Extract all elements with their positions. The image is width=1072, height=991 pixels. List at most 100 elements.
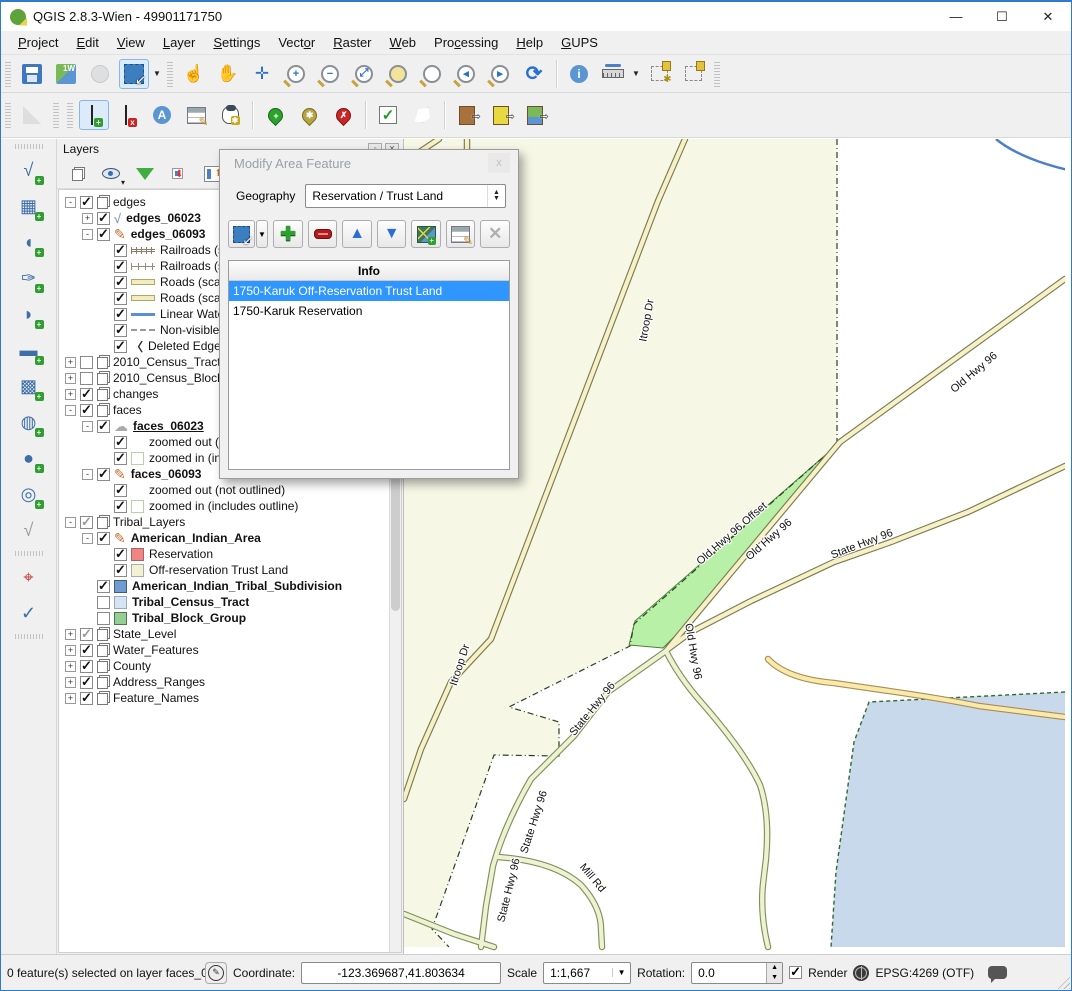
paste-feature-icon[interactable] [678,59,708,89]
measure-icon[interactable] [598,59,628,89]
layer-tree-item[interactable]: -Tribal_Layers [59,514,389,530]
tree-expander-icon[interactable]: + [65,661,76,672]
layer-tree-item[interactable]: zoomed out (not outlined) [59,482,389,498]
star-point-icon[interactable]: ✱ [294,100,324,130]
layer-visibility-checkbox[interactable] [114,484,127,497]
layer-visibility-checkbox[interactable] [97,212,110,225]
identify-features-icon[interactable]: i [564,59,594,89]
layer-visibility-checkbox[interactable] [97,532,110,545]
add-line-icon[interactable]: + [79,100,109,130]
crs-globe-icon[interactable] [853,965,869,981]
layer-visibility-checkbox[interactable] [114,324,127,337]
geography-spinner-icon[interactable]: ▲▼ [487,185,505,207]
snapping-options-icon[interactable]: ⌖ [14,562,44,592]
layer-visibility-checkbox[interactable] [80,404,93,417]
rotation-spinner[interactable]: 0.0 ▲▼ [691,962,783,984]
close-button[interactable]: ✕ [1025,2,1071,31]
layer-visibility-checkbox[interactable] [97,228,110,241]
zoom-out-icon[interactable]: − [315,59,345,89]
geography-combo[interactable]: Reservation / Trust Land ▲▼ [305,184,506,208]
menu-project[interactable]: Project [9,32,67,53]
validate-edits-icon[interactable]: ✓ [373,100,403,130]
menu-raster[interactable]: Raster [324,32,380,53]
export-door-yellow-icon[interactable] [486,100,516,130]
layer-tree-item[interactable]: Off-reservation Trust Land [59,562,389,578]
pan-to-selection-icon[interactable]: ✛ [247,59,277,89]
tree-expander-icon[interactable]: + [65,389,76,400]
delete-feature-button[interactable] [308,220,338,248]
zoom-in-icon[interactable]: + [281,59,311,89]
tree-expander-icon[interactable]: + [65,645,76,656]
layer-tree-item[interactable]: Tribal_Census_Tract [59,594,389,610]
layer-visibility-checkbox[interactable] [114,500,127,513]
menu-web[interactable]: Web [381,32,426,53]
add-db2-layer-icon[interactable]: ▩+ [14,371,44,401]
layer-visibility-checkbox[interactable] [114,244,127,257]
tree-expander-icon[interactable]: + [82,213,93,224]
add-wms-layer-icon[interactable]: ◍+ [14,407,44,437]
toolbar-grip[interactable] [53,102,59,128]
layer-visibility-checkbox[interactable] [80,660,93,673]
layer-visibility-checkbox[interactable] [80,628,93,641]
open-attributes-button[interactable] [446,220,476,248]
export-door-brown-icon[interactable] [452,100,482,130]
add-wfs-layer-icon[interactable]: ◎+ [14,479,44,509]
save-icon[interactable] [17,59,47,89]
expand-all-icon[interactable] [167,162,191,186]
layer-tree-item[interactable]: +Address_Ranges [59,674,389,690]
add-postgis-layer-icon[interactable]: ◖+ [14,227,44,257]
manage-visibility-icon[interactable] [99,162,123,186]
layer-tree-item[interactable]: +Feature_Names [59,690,389,706]
minimize-button[interactable]: — [933,2,979,31]
move-up-button[interactable]: ▲ [342,220,372,248]
info-list-row[interactable]: 1750-Karuk Reservation [229,301,509,321]
add-group-icon[interactable] [65,162,89,186]
toolbar-grip[interactable] [714,61,720,87]
layer-visibility-checkbox[interactable] [80,388,93,401]
add-mssql-layer-icon[interactable]: ◗+ [14,299,44,329]
scale-dropdown-icon[interactable]: ▼ [612,968,630,977]
menu-settings[interactable]: Settings [204,32,269,53]
tree-expander-icon[interactable]: - [82,421,93,432]
layer-visibility-checkbox[interactable] [80,372,93,385]
toolbar-grip[interactable] [167,61,173,87]
layer-tree-item[interactable]: Tribal_Block_Group [59,610,389,626]
layer-visibility-checkbox[interactable] [80,676,93,689]
tree-expander-icon[interactable]: + [65,677,76,688]
menu-processing[interactable]: Processing [425,32,507,53]
dropdown-icon[interactable]: ▼ [151,59,163,89]
select-feature-button[interactable] [228,220,255,248]
new-shapefile-layer-icon[interactable]: √ [14,515,44,545]
layer-tree-item[interactable]: zoomed in (includes outline) [59,498,389,514]
tree-expander-icon[interactable]: - [82,229,93,240]
layer-visibility-checkbox[interactable] [114,564,127,577]
menu-view[interactable]: View [108,32,154,53]
messages-icon[interactable] [988,966,1007,979]
touch-zoom-icon[interactable]: ☝ [179,59,209,89]
add-raster-layer-icon[interactable]: ▦+ [14,191,44,221]
modify-area-icon[interactable] [407,100,437,130]
refresh-icon[interactable]: ⟳ [519,59,549,89]
copy-feature-icon[interactable]: ✱ [644,59,674,89]
menu-vector[interactable]: Vector [269,32,324,53]
layer-visibility-checkbox[interactable] [97,468,110,481]
delete-point-icon[interactable]: ✗ [328,100,358,130]
add-feature-button[interactable]: ✚ [273,220,303,248]
add-oracle-layer-icon[interactable]: ▬+ [14,335,44,365]
topology-checker-icon[interactable]: ✓ [14,598,44,628]
dropdown-icon[interactable]: ▼ [630,59,642,89]
layer-tree-item[interactable]: +State_Level [59,626,389,642]
layer-visibility-checkbox[interactable] [114,276,127,289]
modify-label-icon[interactable]: A [147,100,177,130]
zoom-full-icon[interactable]: ⤢ [349,59,379,89]
modify-face-icon[interactable]: ✱ [215,100,245,130]
layer-visibility-checkbox[interactable] [80,516,93,529]
layer-visibility-checkbox[interactable] [97,420,110,433]
render-checkbox[interactable] [789,966,802,979]
move-down-button[interactable]: ▼ [377,220,407,248]
maximize-button[interactable]: ☐ [979,2,1025,31]
select-rectangle-icon[interactable] [119,59,149,89]
tree-expander-icon[interactable]: + [65,373,76,384]
rotation-up-icon[interactable]: ▲ [767,963,782,973]
tracking-icon-button[interactable]: ✎ [205,962,227,984]
